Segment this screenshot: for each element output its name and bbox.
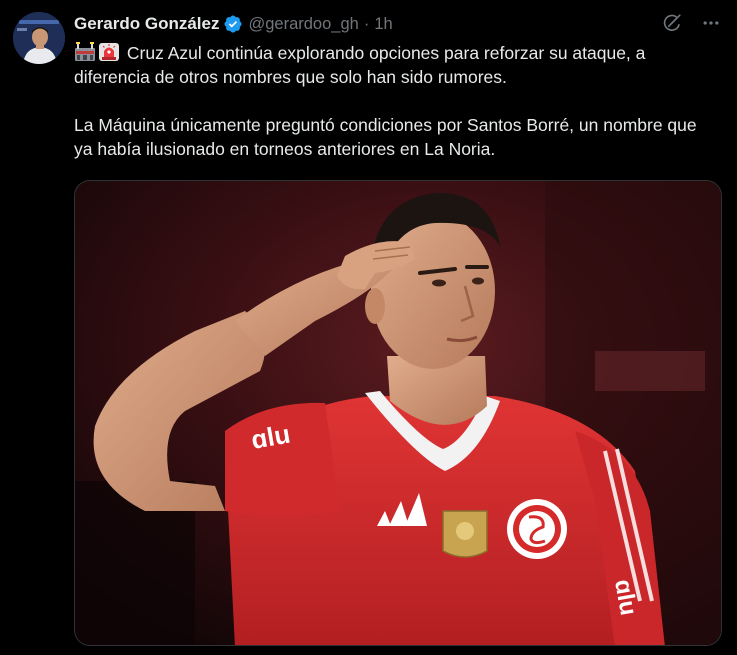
- post-image[interactable]: ɑlu ɑlu: [74, 180, 722, 646]
- stadium-icon: [74, 42, 96, 62]
- rotating-light-icon: [98, 42, 120, 62]
- timestamp[interactable]: 1h: [374, 15, 392, 34]
- paragraph-1: Cruz Azul continúa explorando opciones p…: [74, 41, 717, 89]
- more-icon[interactable]: [701, 13, 721, 38]
- paragraph-1-text: Cruz Azul continúa explorando opciones p…: [74, 43, 646, 87]
- avatar[interactable]: [13, 12, 65, 64]
- header-actions: [661, 12, 721, 39]
- paragraph-2: La Máquina únicamente preguntó condicion…: [74, 115, 697, 159]
- handle[interactable]: @gerardoo_gh: [248, 15, 358, 34]
- separator-dot: ·: [363, 14, 370, 33]
- tweet-text: Cruz Azul continúa explorando opciones p…: [74, 41, 717, 161]
- tweet[interactable]: Gerardo González @gerardoo_gh · 1h Cruz …: [0, 0, 737, 655]
- tweet-header: Gerardo González @gerardoo_gh · 1h: [74, 12, 721, 36]
- verified-badge-icon[interactable]: [223, 14, 243, 34]
- grok-icon[interactable]: [661, 12, 683, 39]
- display-name[interactable]: Gerardo González: [74, 14, 219, 34]
